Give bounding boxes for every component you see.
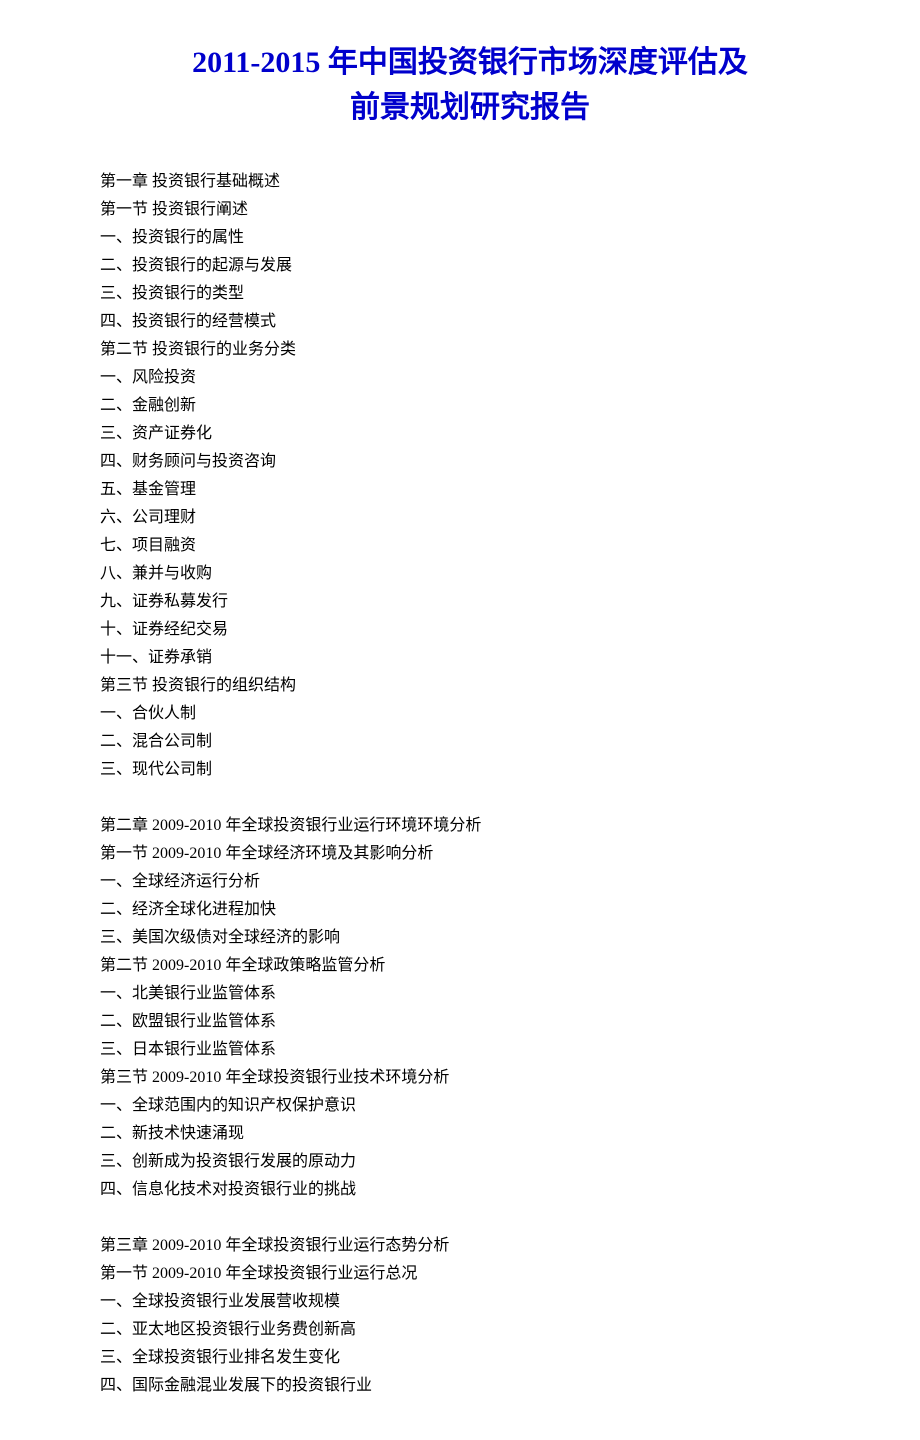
toc-line: 三、现代公司制 [100, 756, 840, 784]
toc-line: 第三节 投资银行的组织结构 [100, 672, 840, 700]
blank-line [100, 784, 840, 812]
toc-line: 四、投资银行的经营模式 [100, 308, 840, 336]
title-line-1: 2011-2015 年中国投资银行市场深度评估及 [192, 46, 748, 79]
toc-line: 二、混合公司制 [100, 728, 840, 756]
toc-line: 二、亚太地区投资银行业务费创新高 [100, 1316, 840, 1344]
toc-line: 第二章 2009-2010 年全球投资银行业运行环境环境分析 [100, 812, 840, 840]
toc-line: 一、北美银行业监管体系 [100, 980, 840, 1008]
toc-line: 四、信息化技术对投资银行业的挑战 [100, 1176, 840, 1204]
toc-line: 七、项目融资 [100, 532, 840, 560]
toc-line: 二、金融创新 [100, 392, 840, 420]
toc-line: 一、合伙人制 [100, 700, 840, 728]
table-of-contents: 第一章 投资银行基础概述第一节 投资银行阐述一、投资银行的属性二、投资银行的起源… [100, 168, 840, 1400]
toc-line: 一、风险投资 [100, 364, 840, 392]
toc-line: 二、新技术快速涌现 [100, 1120, 840, 1148]
toc-line: 十、证券经纪交易 [100, 616, 840, 644]
toc-line: 六、公司理财 [100, 504, 840, 532]
toc-line: 二、投资银行的起源与发展 [100, 252, 840, 280]
toc-line: 第一节 2009-2010 年全球投资银行业运行总况 [100, 1260, 840, 1288]
toc-line: 一、全球经济运行分析 [100, 868, 840, 896]
toc-line: 一、全球投资银行业发展营收规模 [100, 1288, 840, 1316]
toc-line: 九、证券私募发行 [100, 588, 840, 616]
toc-line: 一、投资银行的属性 [100, 224, 840, 252]
toc-line: 第二节 投资银行的业务分类 [100, 336, 840, 364]
toc-line: 八、兼并与收购 [100, 560, 840, 588]
toc-line: 二、经济全球化进程加快 [100, 896, 840, 924]
toc-line: 十一、证券承销 [100, 644, 840, 672]
toc-line: 四、国际金融混业发展下的投资银行业 [100, 1372, 840, 1400]
toc-line: 三、日本银行业监管体系 [100, 1036, 840, 1064]
toc-line: 第一节 投资银行阐述 [100, 196, 840, 224]
toc-line: 四、财务顾问与投资咨询 [100, 448, 840, 476]
toc-line: 二、欧盟银行业监管体系 [100, 1008, 840, 1036]
toc-line: 三、美国次级债对全球经济的影响 [100, 924, 840, 952]
toc-line: 三、投资银行的类型 [100, 280, 840, 308]
toc-line: 五、基金管理 [100, 476, 840, 504]
toc-line: 三、创新成为投资银行发展的原动力 [100, 1148, 840, 1176]
blank-line [100, 1204, 840, 1232]
document-title: 2011-2015 年中国投资银行市场深度评估及 前景规划研究报告 [100, 40, 840, 130]
toc-line: 三、全球投资银行业排名发生变化 [100, 1344, 840, 1372]
toc-line: 第二节 2009-2010 年全球政策略监管分析 [100, 952, 840, 980]
toc-line: 第三章 2009-2010 年全球投资银行业运行态势分析 [100, 1232, 840, 1260]
toc-line: 第一章 投资银行基础概述 [100, 168, 840, 196]
toc-line: 第三节 2009-2010 年全球投资银行业技术环境分析 [100, 1064, 840, 1092]
toc-line: 第一节 2009-2010 年全球经济环境及其影响分析 [100, 840, 840, 868]
toc-line: 三、资产证券化 [100, 420, 840, 448]
title-line-2: 前景规划研究报告 [350, 91, 590, 124]
toc-line: 一、全球范围内的知识产权保护意识 [100, 1092, 840, 1120]
